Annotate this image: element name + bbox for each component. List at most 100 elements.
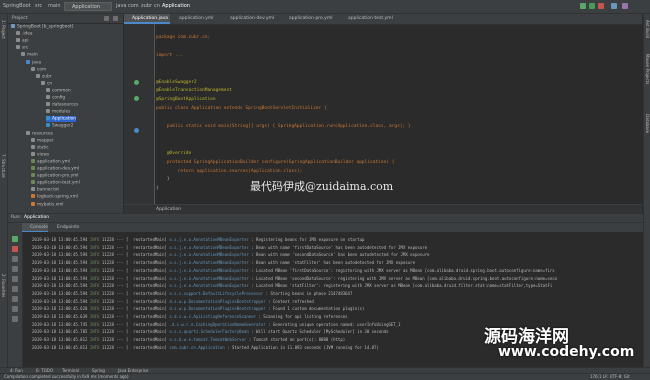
breadcrumb-src[interactable]: src <box>35 3 42 9</box>
stop-icon[interactable] <box>12 246 18 252</box>
tree-item[interactable]: application-test.yml <box>31 180 80 186</box>
tree-item[interactable]: resources <box>26 130 53 137</box>
tab-application-dev-yml[interactable]: application-dev.yml <box>222 14 280 24</box>
code-line[interactable]: @EnableTransactionManagement <box>156 87 232 95</box>
project-panel-title[interactable]: Project <box>12 16 27 21</box>
log-lv: INFO <box>89 329 100 335</box>
run-gutter-icon[interactable] <box>134 96 139 101</box>
clear-icon[interactable] <box>12 296 18 302</box>
log-lv: INFO <box>89 244 100 250</box>
stop-icon[interactable] <box>598 3 604 9</box>
run-gutter-icon[interactable] <box>134 80 139 85</box>
tree-item[interactable]: zubr <box>36 73 51 80</box>
tree-node-icon <box>16 31 20 36</box>
gear-icon[interactable] <box>113 16 118 21</box>
maven-tool-button[interactable]: Maven Projects <box>645 54 650 84</box>
tree-item[interactable]: logback-spring.xml <box>31 194 78 200</box>
debug-icon[interactable] <box>589 3 595 9</box>
run-config-tab[interactable]: Application <box>24 214 49 222</box>
rerun-icon[interactable] <box>12 236 18 242</box>
log-line: 2019-03-18 13:00:45.594 INFO 11228 --- [… <box>32 275 560 282</box>
log-lg: o.s.j.e.a.AnnotationMBeanExporter <box>169 244 249 250</box>
code-line[interactable]: @EnableSwagger2 <box>156 79 197 87</box>
tree-item[interactable]: main <box>21 52 38 58</box>
close-icon[interactable] <box>12 316 18 322</box>
project-tool-button[interactable]: 1: Project <box>1 20 6 39</box>
code-line[interactable]: return application.sources(Application.c… <box>156 168 303 176</box>
tab-endpoints[interactable]: Endpoints <box>49 223 79 232</box>
breadcrumb-project[interactable]: SpringBoot <box>3 3 31 9</box>
tree-item[interactable]: SpringBoot [b_springboot] <box>11 24 73 30</box>
pause-icon[interactable] <box>12 266 18 272</box>
log-ms: : Generating unique operation named: use… <box>268 321 401 327</box>
code-line[interactable]: public static void main(String[] args) {… <box>156 123 411 131</box>
code-line[interactable]: @Override <box>156 150 191 158</box>
log-lg: o.s.b.w.e.tomcat.TomcatWebServer <box>169 337 247 343</box>
code-line[interactable]: } <box>156 185 159 193</box>
tree-item[interactable]: datasources <box>46 102 78 108</box>
breadcrumb-main[interactable]: main <box>48 3 61 9</box>
tree-item[interactable]: .idea <box>16 31 33 37</box>
status-message[interactable]: Compilation completed successfully in 6s… <box>4 374 129 380</box>
breadcrumb-cn[interactable]: cn <box>154 3 160 9</box>
tab-console[interactable]: Console <box>22 223 48 232</box>
log-lg: .d.s.w.r.o.CachingOperationNameGenerator <box>169 321 266 327</box>
code-line[interactable]: package com.zubr.cn; <box>156 34 210 42</box>
tree-item[interactable]: config <box>46 95 65 101</box>
code-line[interactable]: } <box>156 176 170 184</box>
code-line[interactable]: protected SpringApplicationBuilder confi… <box>156 159 395 167</box>
log-lg: com.zubr.cn.Application <box>169 344 225 350</box>
override-gutter-icon[interactable] <box>134 128 139 133</box>
tab-application-yml[interactable]: application.yml <box>171 14 221 24</box>
restore-layout-icon[interactable] <box>12 256 18 262</box>
search-icon[interactable] <box>622 3 628 9</box>
breadcrumb-java[interactable]: java <box>116 3 126 9</box>
tree-item[interactable]: common <box>46 87 71 94</box>
code-line[interactable]: public class Application extends SpringB… <box>156 105 327 113</box>
breadcrumb-com[interactable]: com <box>128 3 139 9</box>
status-right-info[interactable]: 176:1 LF: UTF-8: Git <box>590 374 630 380</box>
log-th: 11228 --- [ restartedMain] <box>101 275 167 281</box>
log-th: 11228 --- [ restartedMain] <box>101 283 167 289</box>
tree-item-label: com <box>37 67 47 73</box>
ant-build-tool-button[interactable]: Ant Build <box>645 20 650 38</box>
breadcrumb-zubr[interactable]: zubr <box>141 3 152 9</box>
tree-item[interactable]: static <box>31 144 49 151</box>
favorites-tool-button[interactable]: 2: Favorites <box>1 274 6 297</box>
tab-application-pro-yml[interactable]: application-pro.yml <box>281 14 339 24</box>
tree-item[interactable]: modules <box>46 109 70 115</box>
structure-tool-button[interactable]: 7: Structure <box>1 154 6 178</box>
log-th: 11228 --- [ restartedMain] <box>101 329 167 335</box>
tab-application-test-yml[interactable]: application-test.yml <box>340 14 402 24</box>
tree-item[interactable]: application-pro.yml <box>31 173 79 179</box>
tree-item[interactable]: application.yml <box>31 158 70 165</box>
database-tool-button[interactable]: Database <box>645 114 650 133</box>
tree-item[interactable]: cn <box>41 80 52 87</box>
run-configuration-select[interactable]: Application <box>64 2 112 11</box>
tab-application-java[interactable]: Application.java <box>124 14 170 24</box>
tree-item[interactable]: banner.txt <box>31 187 59 193</box>
tree-item[interactable]: Swagger2 <box>46 123 73 129</box>
log-th: 11228 --- [ restartedMain] <box>101 337 167 343</box>
code-line[interactable]: import ... <box>156 52 183 60</box>
tree-item[interactable]: com <box>31 66 47 73</box>
tree-item[interactable]: Application <box>46 116 77 123</box>
tree-item[interactable]: java <box>26 59 41 66</box>
tree-item[interactable]: mybatis.xml <box>31 201 64 208</box>
print-icon[interactable] <box>12 286 18 292</box>
tree-item[interactable]: src <box>16 45 28 51</box>
settings-icon[interactable] <box>611 3 617 9</box>
tree-item[interactable]: api <box>16 38 29 44</box>
editor-gutter[interactable] <box>124 24 155 204</box>
collapse-icon[interactable] <box>104 16 109 21</box>
pin-icon[interactable] <box>12 306 18 312</box>
run-icon[interactable] <box>580 3 586 9</box>
tree-item[interactable]: views <box>31 151 49 158</box>
tree-item[interactable]: application-dev.yml <box>31 166 79 172</box>
tree-item-label: .idea <box>22 31 33 37</box>
left-tool-strip: 1: Project 7: Structure 2: Favorites <box>0 14 8 367</box>
tree-item[interactable]: mapper <box>31 137 54 144</box>
scroll-to-end-icon[interactable] <box>12 276 18 282</box>
breadcrumb-class[interactable]: Application <box>162 3 190 9</box>
code-line[interactable]: @SpringBootApplication <box>156 96 216 104</box>
